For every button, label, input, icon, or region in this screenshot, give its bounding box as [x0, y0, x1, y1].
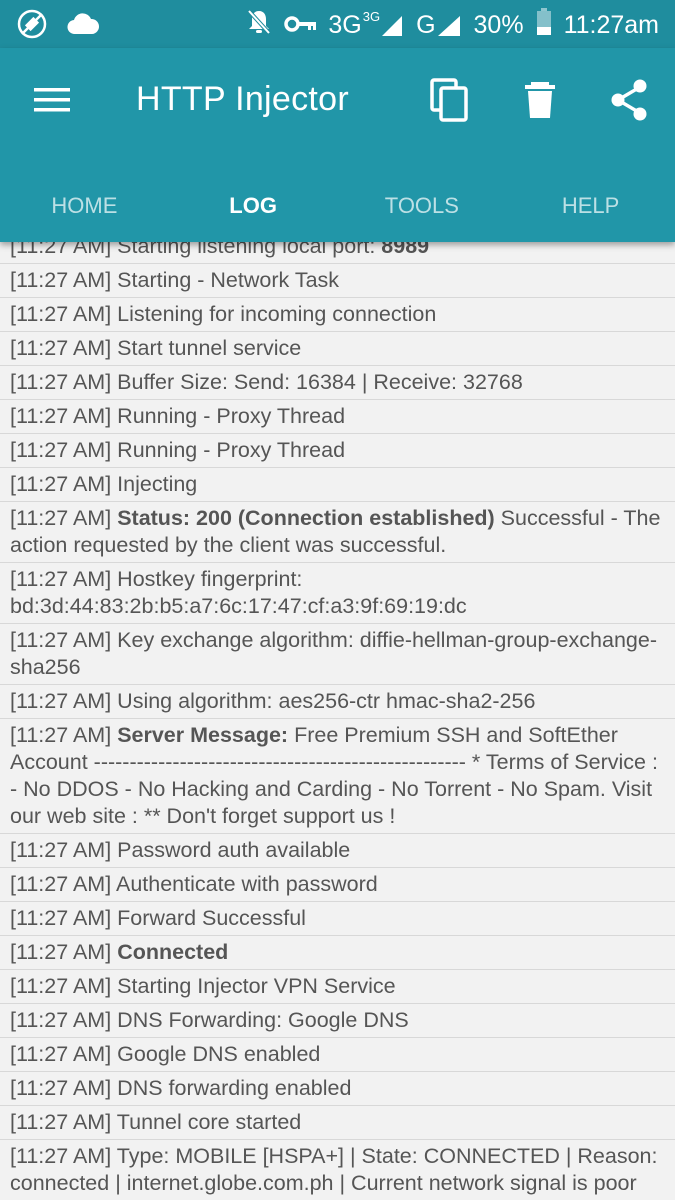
log-entry: [11:27 AM] Connected: [0, 936, 675, 970]
app-bar: HTTP Injector HOME LOG TOOLS HELP: [0, 48, 675, 242]
log-timestamp: [11:27 AM]: [10, 1008, 112, 1032]
log-text: Buffer Size: Send: 16384 | Receive: 3276…: [111, 370, 523, 394]
log-text: Starting Injector VPN Service: [111, 974, 396, 998]
signal-icon-2: [437, 15, 460, 36]
log-text: Authenticate with password: [111, 872, 378, 896]
log-entry: [11:27 AM] Type: MOBILE [HSPA+] | State:…: [0, 1140, 675, 1200]
log-timestamp: [11:27 AM]: [10, 506, 112, 530]
log-text: Forward Successful: [111, 906, 306, 930]
cloud-icon: [66, 12, 100, 40]
copy-icon: [430, 78, 468, 122]
log-entry: [11:27 AM] Tunnel core started: [0, 1106, 675, 1140]
tab-log[interactable]: LOG: [169, 170, 338, 242]
log-timestamp: [11:27 AM]: [10, 336, 112, 360]
log-timestamp: [11:27 AM]: [10, 472, 112, 496]
log-entry: [11:27 AM] DNS Forwarding: Google DNS: [0, 1004, 675, 1038]
battery-icon: [536, 8, 552, 43]
log-entry: [11:27 AM] Key exchange algorithm: diffi…: [0, 624, 675, 685]
log-list[interactable]: [11:27 AM] Starting listening local port…: [0, 227, 675, 1200]
notifications-off-icon: [246, 8, 272, 43]
log-entry: [11:27 AM] Starting Injector VPN Service: [0, 970, 675, 1004]
log-entry: [11:27 AM] Start tunnel service: [0, 332, 675, 366]
log-text: Google DNS enabled: [111, 1042, 321, 1066]
tab-help[interactable]: HELP: [506, 170, 675, 242]
log-timestamp: [11:27 AM]: [10, 872, 112, 896]
clock: 11:27am: [563, 11, 659, 39]
log-entry: [11:27 AM] DNS forwarding enabled: [0, 1072, 675, 1106]
log-text: Running - Proxy Thread: [111, 404, 346, 428]
log-text: Listening for incoming connection: [111, 302, 437, 326]
log-text-bold: Connected: [117, 940, 229, 964]
log-entry: [11:27 AM] Google DNS enabled: [0, 1038, 675, 1072]
log-timestamp: [11:27 AM]: [10, 838, 112, 862]
log-entry: [11:27 AM] Injecting: [0, 468, 675, 502]
delete-log-button[interactable]: [518, 78, 562, 122]
log-timestamp: [11:27 AM]: [10, 1042, 112, 1066]
log-timestamp: [11:27 AM]: [10, 1110, 112, 1134]
tab-tools[interactable]: TOOLS: [338, 170, 507, 242]
log-entry: [11:27 AM] Status: 200 (Connection estab…: [0, 502, 675, 563]
tab-home[interactable]: HOME: [0, 170, 169, 242]
log-timestamp: [11:27 AM]: [10, 974, 112, 998]
log-text-bold: Status: 200 (Connection established): [117, 506, 495, 530]
tab-bar: HOME LOG TOOLS HELP: [0, 170, 675, 242]
network-type-2: G: [416, 11, 461, 40]
log-text: Tunnel core started: [111, 1110, 302, 1134]
log-text: Password auth available: [111, 838, 351, 862]
menu-icon: [34, 88, 70, 112]
log-text: DNS Forwarding: Google DNS: [111, 1008, 409, 1032]
log-text: Using algorithm: aes256-ctr hmac-sha2-25…: [111, 689, 536, 713]
copy-log-button[interactable]: [428, 78, 472, 122]
log-entry: [11:27 AM] Listening for incoming connec…: [0, 298, 675, 332]
log-entry: [11:27 AM] Running - Proxy Thread: [0, 400, 675, 434]
log-timestamp: [11:27 AM]: [10, 628, 112, 652]
log-entry: [11:27 AM] Starting - Network Task: [0, 264, 675, 298]
log-timestamp: [11:27 AM]: [10, 906, 112, 930]
signal-icon: [382, 15, 403, 36]
log-entry: [11:27 AM] Password auth available: [0, 834, 675, 868]
log-timestamp: [11:27 AM]: [10, 404, 112, 428]
network-type: 3G 3G: [328, 9, 404, 40]
battery-level: 30%: [473, 11, 524, 39]
satellite-icon: [16, 8, 48, 44]
log-text: Injecting: [111, 472, 198, 496]
log-entry: [11:27 AM] Server Message: Free Premium …: [0, 719, 675, 834]
log-timestamp: [11:27 AM]: [10, 438, 112, 462]
log-timestamp: [11:27 AM]: [10, 370, 112, 394]
app-title: HTTP Injector: [136, 80, 349, 118]
log-timestamp: [11:27 AM]: [10, 302, 112, 326]
log-entry: [11:27 AM] Buffer Size: Send: 16384 | Re…: [0, 366, 675, 400]
log-entry: [11:27 AM] Hostkey fingerprint: bd:3d:44…: [0, 563, 675, 624]
menu-button[interactable]: [34, 86, 70, 114]
vpn-key-icon: [284, 11, 317, 40]
log-timestamp: [11:27 AM]: [10, 268, 112, 292]
log-entry: [11:27 AM] Forward Successful: [0, 902, 675, 936]
log-timestamp: [11:27 AM]: [10, 567, 112, 591]
log-timestamp: [11:27 AM]: [10, 1076, 112, 1100]
log-timestamp: [11:27 AM]: [10, 1144, 112, 1168]
status-bar: 3G 3G G 30% 11:27am: [0, 0, 675, 48]
share-icon: [611, 79, 647, 121]
delete-icon: [525, 82, 555, 118]
log-text: DNS forwarding enabled: [111, 1076, 352, 1100]
share-log-button[interactable]: [608, 78, 652, 122]
log-text: Start tunnel service: [111, 336, 302, 360]
log-entry: [11:27 AM] Using algorithm: aes256-ctr h…: [0, 685, 675, 719]
log-entry: [11:27 AM] Authenticate with password: [0, 868, 675, 902]
log-text: Running - Proxy Thread: [111, 438, 346, 462]
log-timestamp: [11:27 AM]: [10, 940, 112, 964]
log-entry: [11:27 AM] Running - Proxy Thread: [0, 434, 675, 468]
log-timestamp: [11:27 AM]: [10, 689, 112, 713]
log-text-bold: Server Message:: [117, 723, 289, 747]
log-text: Starting - Network Task: [111, 268, 340, 292]
log-timestamp: [11:27 AM]: [10, 723, 112, 747]
